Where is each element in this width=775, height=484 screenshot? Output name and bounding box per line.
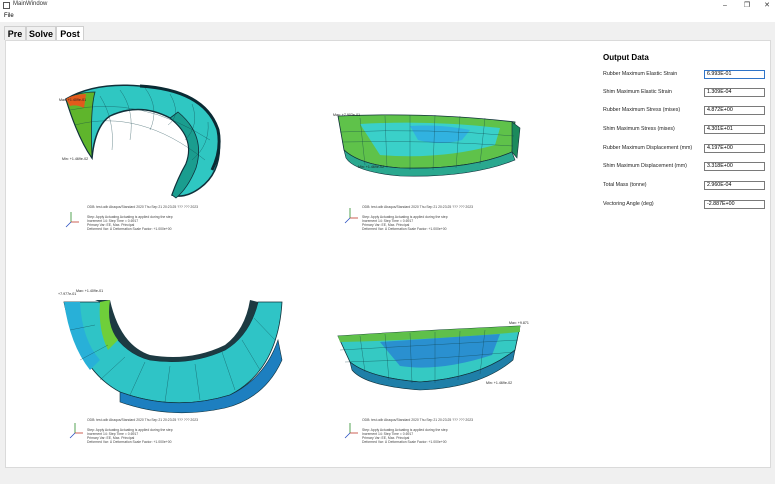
output-row-total-mass: Total Mass (tonne) 2.960E-04	[603, 181, 765, 191]
output-row-vectoring-angle: Vectoring Angle (deg) -2.887E+00	[603, 200, 765, 210]
output-label: Total Mass (tonne)	[603, 182, 647, 188]
output-label: Rubber Maximum Elastic Strain	[603, 71, 678, 77]
output-row-rubber-stress: Rubber Maximum Stress (mises) 4.872E+00	[603, 106, 765, 116]
rubber-max-stress-field[interactable]: 4.872E+00	[704, 106, 765, 115]
output-label: Vectoring Angle (deg)	[603, 201, 654, 207]
shim-max-elastic-strain-field[interactable]: 1.309E-04	[704, 88, 765, 97]
output-label: Rubber Maximum Displacement (mm)	[603, 145, 693, 151]
output-row-shim-displacement: Shim Maximum Displacement (mm) 3.318E+00	[603, 162, 765, 172]
rubber-max-displacement-field[interactable]: 4.197E+00	[704, 144, 765, 153]
annot-min: Min: +1.469e-02	[486, 381, 513, 385]
total-mass-field[interactable]: 2.960E-04	[704, 181, 765, 190]
annot-max: Max: +9.871	[509, 321, 529, 325]
vectoring-angle-field[interactable]: -2.887E+00	[704, 200, 765, 209]
shim-max-stress-field[interactable]: 4.301E+01	[704, 125, 765, 134]
output-label: Shim Maximum Displacement (mm)	[603, 163, 687, 169]
rubber-max-elastic-strain-field[interactable]: 6.993E-01	[704, 70, 765, 79]
output-row-rubber-displacement: Rubber Maximum Displacement (mm) 4.197E+…	[603, 144, 765, 154]
output-row-shim-elastic-strain: Shim Maximum Elastic Strain 1.309E-04	[603, 88, 765, 98]
output-label: Rubber Maximum Stress (mises)	[603, 107, 681, 113]
deformed-line: Deformed Var: U Deformation Scale Factor…	[362, 440, 447, 444]
output-label: Shim Maximum Elastic Strain	[603, 89, 672, 95]
output-label: Shim Maximum Stress (mises)	[603, 126, 675, 132]
output-row-shim-stress: Shim Maximum Stress (mises) 4.301E+01	[603, 125, 765, 135]
output-row-rubber-elastic-strain: Rubber Maximum Elastic Strain 6.993E-01	[603, 70, 765, 80]
output-data-title: Output Data	[603, 53, 649, 62]
odb-line: ODB: test.odb Abaqus/Standard 2020 Thu S…	[362, 418, 473, 422]
shim-max-displacement-field[interactable]: 3.318E+00	[704, 162, 765, 171]
